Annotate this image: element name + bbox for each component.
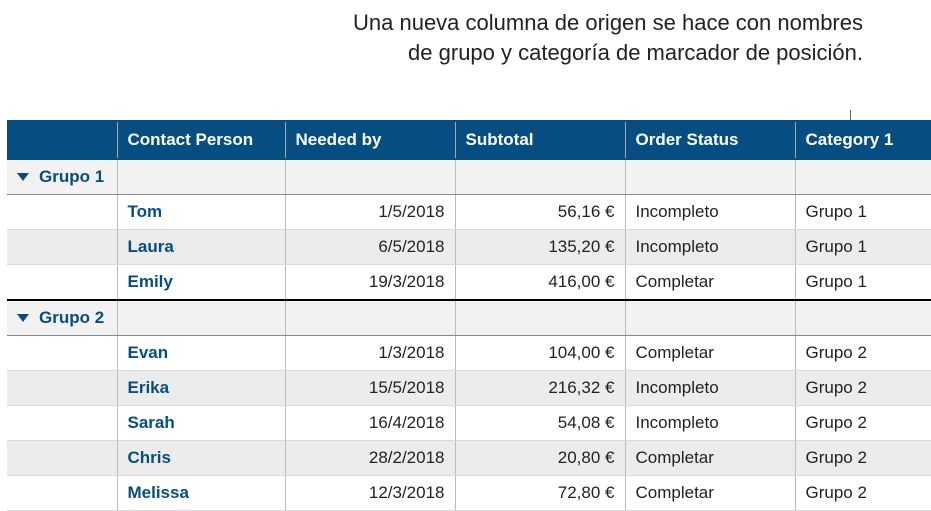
- table-body: Grupo 1 Tom 1/5/2018 56,16 € Incompleto …: [7, 159, 931, 511]
- cell-contact: Erika: [117, 371, 285, 406]
- cell-status: Incompleto: [625, 406, 795, 441]
- table-row: Tom 1/5/2018 56,16 € Incompleto Grupo 1: [7, 195, 931, 230]
- table-row: Laura 6/5/2018 135,20 € Incompleto Grupo…: [7, 230, 931, 265]
- cell-status: Completar: [625, 265, 795, 301]
- cell-needed: 19/3/2018: [285, 265, 455, 301]
- table-header-row: Contact Person Needed by Subtotal Order …: [7, 121, 931, 159]
- caption-text: Una nueva columna de origen se hace con …: [353, 8, 863, 67]
- cell-contact: Melissa: [117, 476, 285, 511]
- group-name: Grupo 1: [39, 167, 104, 186]
- cell-needed: 16/4/2018: [285, 406, 455, 441]
- cell-needed: 1/3/2018: [285, 336, 455, 371]
- cell-status: Completar: [625, 476, 795, 511]
- cell-category: Grupo 2: [795, 476, 931, 511]
- cell-category: Grupo 2: [795, 406, 931, 441]
- cell-category: Grupo 2: [795, 441, 931, 476]
- data-table-container: Contact Person Needed by Subtotal Order …: [7, 120, 924, 511]
- chevron-down-icon: [17, 173, 29, 181]
- header-contact: Contact Person: [117, 121, 285, 159]
- group-toggle-cell[interactable]: Grupo 2: [7, 300, 117, 336]
- group-name: Grupo 2: [39, 308, 104, 327]
- cell-subtotal: 56,16 €: [455, 195, 625, 230]
- header-status: Order Status: [625, 121, 795, 159]
- cell-category: Grupo 2: [795, 336, 931, 371]
- cell-subtotal: 135,20 €: [455, 230, 625, 265]
- group-header-row[interactable]: Grupo 2: [7, 300, 931, 336]
- table-row: Emily 19/3/2018 416,00 € Completar Grupo…: [7, 265, 931, 301]
- cell-subtotal: 72,80 €: [455, 476, 625, 511]
- cell-needed: 28/2/2018: [285, 441, 455, 476]
- table-row: Erika 15/5/2018 216,32 € Incompleto Grup…: [7, 371, 931, 406]
- cell-subtotal: 20,80 €: [455, 441, 625, 476]
- cell-status: Completar: [625, 441, 795, 476]
- cell-subtotal: 104,00 €: [455, 336, 625, 371]
- cell-contact: Laura: [117, 230, 285, 265]
- cell-category: Grupo 1: [795, 195, 931, 230]
- cell-status: Incompleto: [625, 371, 795, 406]
- table-row: Melissa 12/3/2018 72,80 € Completar Grup…: [7, 476, 931, 511]
- group-header-row[interactable]: Grupo 1: [7, 159, 931, 195]
- data-table: Contact Person Needed by Subtotal Order …: [7, 120, 931, 511]
- header-subtotal: Subtotal: [455, 121, 625, 159]
- group-toggle-cell[interactable]: Grupo 1: [7, 159, 117, 195]
- cell-contact: Evan: [117, 336, 285, 371]
- chevron-down-icon: [17, 314, 29, 322]
- cell-status: Incompleto: [625, 195, 795, 230]
- table-row: Chris 28/2/2018 20,80 € Completar Grupo …: [7, 441, 931, 476]
- cell-category: Grupo 1: [795, 265, 931, 301]
- cell-needed: 1/5/2018: [285, 195, 455, 230]
- cell-needed: 12/3/2018: [285, 476, 455, 511]
- cell-category: Grupo 1: [795, 230, 931, 265]
- header-category: Category 1: [795, 121, 931, 159]
- cell-category: Grupo 2: [795, 371, 931, 406]
- cell-needed: 6/5/2018: [285, 230, 455, 265]
- cell-needed: 15/5/2018: [285, 371, 455, 406]
- cell-contact: Tom: [117, 195, 285, 230]
- cell-contact: Emily: [117, 265, 285, 301]
- cell-status: Completar: [625, 336, 795, 371]
- table-row: Evan 1/3/2018 104,00 € Completar Grupo 2: [7, 336, 931, 371]
- header-blank: [7, 121, 117, 159]
- cell-subtotal: 216,32 €: [455, 371, 625, 406]
- cell-status: Incompleto: [625, 230, 795, 265]
- cell-subtotal: 54,08 €: [455, 406, 625, 441]
- table-row: Sarah 16/4/2018 54,08 € Incompleto Grupo…: [7, 406, 931, 441]
- cell-contact: Chris: [117, 441, 285, 476]
- cell-subtotal: 416,00 €: [455, 265, 625, 301]
- cell-contact: Sarah: [117, 406, 285, 441]
- header-needed: Needed by: [285, 121, 455, 159]
